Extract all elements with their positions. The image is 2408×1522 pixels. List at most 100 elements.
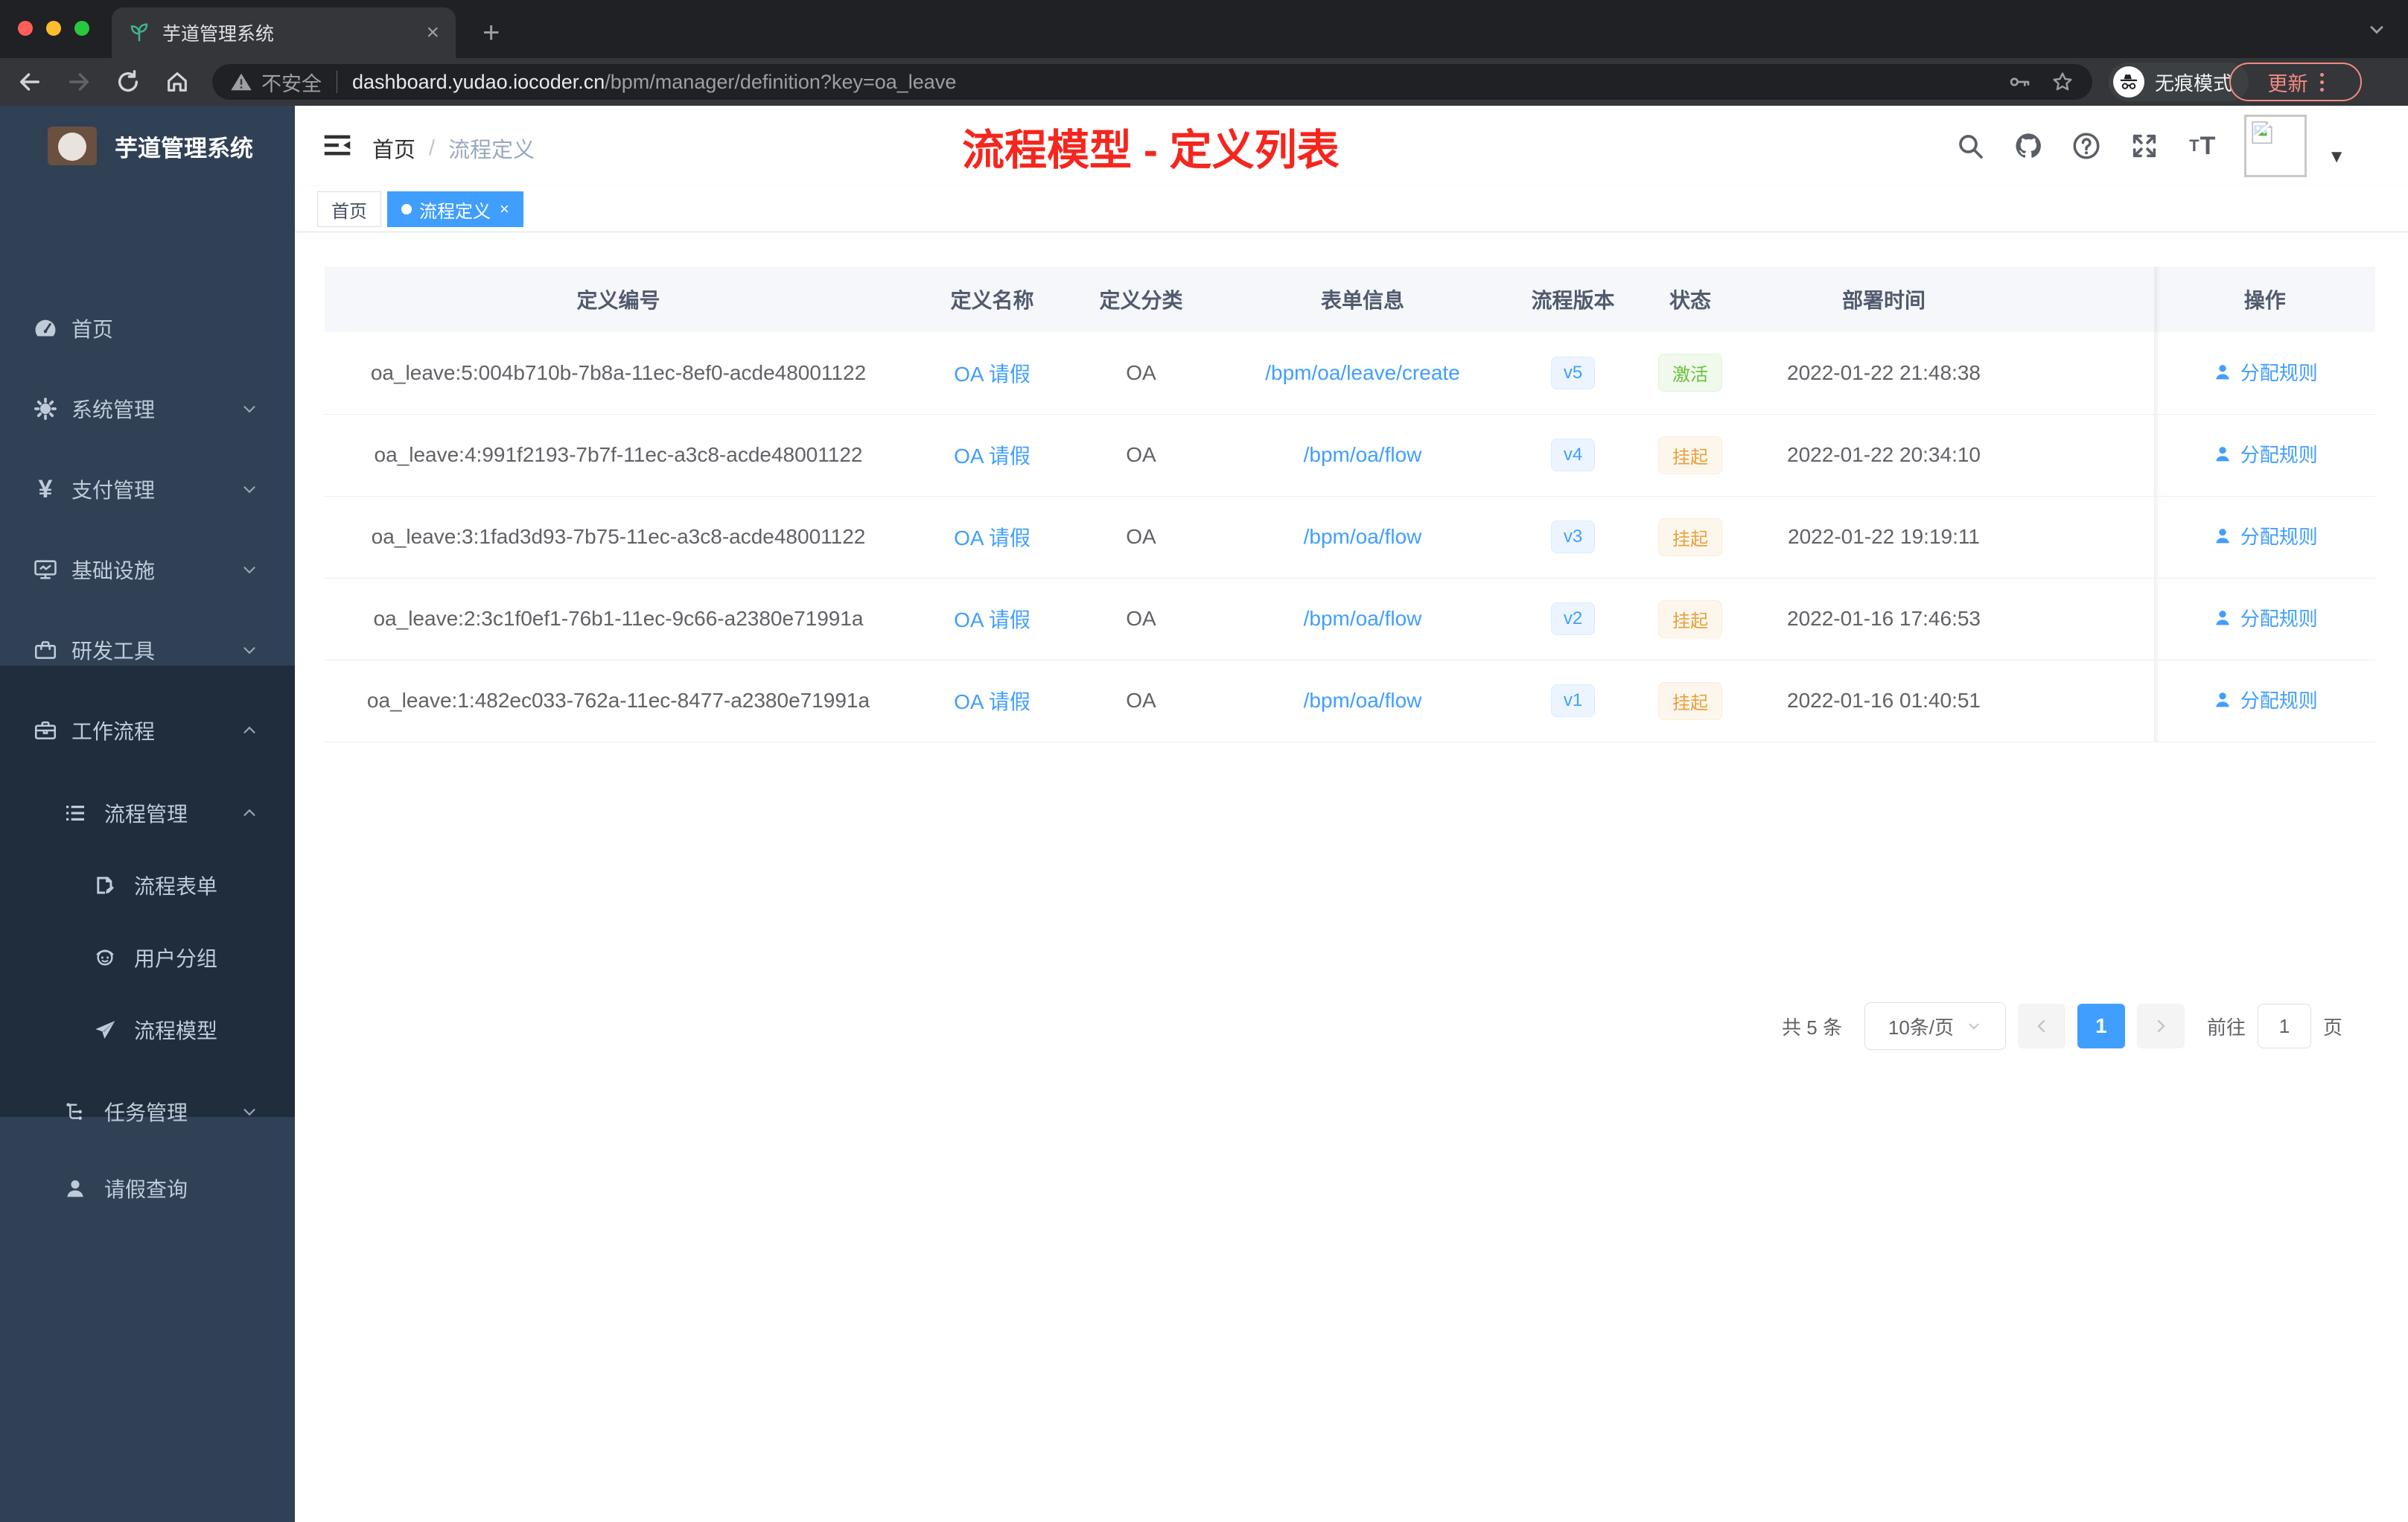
app-title: 芋道管理系统 <box>115 135 253 162</box>
status-badge: 挂起 <box>1658 681 1722 720</box>
goto-label: 前往 <box>2206 1016 2246 1039</box>
version-badge: v2 <box>1550 602 1596 635</box>
gear-icon <box>33 396 58 421</box>
form-link[interactable]: /bpm/oa/flow <box>1304 689 1422 712</box>
definition-name-link[interactable]: OA 请假 <box>954 526 1031 550</box>
sidebar-item-system[interactable]: 系统管理 <box>0 372 295 446</box>
warning-triangle-icon <box>230 71 252 93</box>
sidebar-item-label: 系统管理 <box>71 398 156 421</box>
cell-deploy-time: 2022-01-22 19:19:11 <box>1750 496 2018 579</box>
address-bar[interactable]: 不安全 dashboard.yudao.iocoder.cn/bpm/manag… <box>212 64 2092 100</box>
reload-button[interactable] <box>110 64 146 100</box>
sidebar-item-label: 首页 <box>71 318 114 341</box>
home-button[interactable] <box>159 64 195 100</box>
chevron-down-icon <box>240 640 259 660</box>
new-tab-button[interactable]: + <box>482 16 500 50</box>
chevron-down-icon <box>240 560 259 579</box>
form-link[interactable]: /bpm/oa/flow <box>1304 443 1422 466</box>
cell-deploy-time: 2022-01-16 17:46:53 <box>1750 578 2018 660</box>
incognito-badge: 无痕模式 <box>2109 63 2249 101</box>
col-status: 状态 <box>1631 267 1750 332</box>
sidebar-item-leave-query[interactable]: 请假查询 <box>0 1151 295 1226</box>
sidebar-item-process-mgmt[interactable]: 流程管理 <box>0 776 295 850</box>
assign-rule-link[interactable]: 分配规则 <box>2212 604 2318 631</box>
action-label: 分配规则 <box>2240 690 2318 713</box>
chevron-up-icon <box>240 721 259 740</box>
cell-definition-id: oa_leave:5:004b710b-7b8a-11ec-8ef0-acde4… <box>325 332 912 415</box>
minimize-window-button[interactable] <box>46 21 61 36</box>
cell-category: OA <box>1072 496 1210 579</box>
back-button[interactable] <box>12 64 48 100</box>
sidebar-item-task-mgmt[interactable]: 任务管理 <box>0 1074 295 1149</box>
tree-icon <box>63 1099 88 1124</box>
tag-process-definition[interactable]: 流程定义 × <box>387 191 523 227</box>
avatar-caret-icon[interactable]: ▼ <box>2328 147 2345 168</box>
sidebar-item-process-model[interactable]: 流程模型 <box>0 993 295 1067</box>
col-definition-category: 定义分类 <box>1072 267 1210 332</box>
github-icon[interactable] <box>2012 130 2045 162</box>
tab-search-chevron-icon[interactable] <box>2366 19 2387 40</box>
chevron-down-icon <box>240 1102 259 1121</box>
forward-button[interactable] <box>61 64 97 100</box>
sidebar-item-payment[interactable]: ¥ 支付管理 <box>0 452 295 526</box>
pagination: 共 5 条 10条/页 1 前往 页 <box>1782 1002 2342 1050</box>
sidebar-item-label: 基础设施 <box>71 559 156 582</box>
form-link[interactable]: /bpm/oa/flow <box>1304 525 1422 548</box>
assign-rule-link[interactable]: 分配规则 <box>2212 522 2318 550</box>
dashboard-icon <box>33 316 58 341</box>
assign-rule-link[interactable]: 分配规则 <box>2212 440 2318 468</box>
browser-update-button[interactable]: 更新 <box>2229 63 2362 101</box>
sidebar-item-label: 支付管理 <box>71 479 156 502</box>
cell-category: OA <box>1072 660 1210 742</box>
bookmark-star-icon[interactable] <box>2051 70 2074 94</box>
breadcrumb-separator: / <box>429 136 436 160</box>
status-badge: 激活 <box>1658 354 1722 392</box>
font-size-icon[interactable]: TT <box>2186 130 2219 162</box>
assign-rule-link[interactable]: 分配规则 <box>2212 358 2318 386</box>
action-label: 分配规则 <box>2240 444 2318 467</box>
sidebar-item-home[interactable]: 首页 <box>0 291 295 366</box>
col-actions: 操作 <box>2153 267 2375 332</box>
tab-close-icon[interactable]: × <box>426 22 439 44</box>
goto-page-input[interactable] <box>2257 1004 2311 1048</box>
form-link[interactable]: /bpm/oa/leave/create <box>1265 361 1460 384</box>
form-link[interactable]: /bpm/oa/flow <box>1304 607 1422 630</box>
browser-menu-kebab-icon[interactable] <box>2319 72 2324 92</box>
prev-page-button[interactable] <box>2017 1004 2065 1048</box>
sidebar-item-workflow[interactable]: 工作流程 <box>0 693 295 768</box>
browser-toolbar: 不安全 dashboard.yudao.iocoder.cn/bpm/manag… <box>0 58 2408 106</box>
sidebar-item-infra[interactable]: 基础设施 <box>0 532 295 607</box>
sidebar-item-process-form[interactable]: 流程表单 <box>0 848 295 923</box>
page-number-current[interactable]: 1 <box>2077 1004 2125 1048</box>
definition-name-link[interactable]: OA 请假 <box>954 608 1031 631</box>
url-host: dashboard.yudao.iocoder.cn <box>352 70 605 93</box>
maximize-window-button[interactable] <box>74 21 89 36</box>
tag-home[interactable]: 首页 <box>317 191 381 227</box>
user-avatar-broken[interactable] <box>2244 115 2307 177</box>
col-definition-name: 定义名称 <box>912 267 1072 332</box>
assign-rule-link[interactable]: 分配规则 <box>2212 686 2318 713</box>
search-icon[interactable] <box>1954 130 1987 162</box>
sidebar: 芋道管理系统 首页 系统管理 ¥ 支付管理 基础设施 研发工具 工作流程 流程管… <box>0 106 295 1522</box>
user-icon <box>63 1176 88 1201</box>
definition-name-link[interactable]: OA 请假 <box>954 363 1031 386</box>
sidebar-toggle-icon[interactable] <box>320 128 354 162</box>
fullscreen-icon[interactable] <box>2128 130 2161 162</box>
page-size-select[interactable]: 10条/页 <box>1864 1002 2006 1050</box>
key-icon[interactable] <box>2007 70 2031 94</box>
breadcrumb-current: 流程定义 <box>448 138 535 162</box>
definition-name-link[interactable]: OA 请假 <box>954 445 1031 468</box>
sidebar-item-devtools[interactable]: 研发工具 <box>0 613 295 687</box>
sidebar-item-label: 任务管理 <box>104 1101 188 1124</box>
help-icon[interactable] <box>2070 130 2103 162</box>
browser-tab[interactable]: 芋道管理系统 × <box>112 7 456 58</box>
sidebar-item-user-group[interactable]: 用户分组 <box>0 920 295 995</box>
action-label: 分配规则 <box>2240 526 2318 549</box>
definition-name-link[interactable]: OA 请假 <box>954 690 1031 713</box>
table-row: oa_leave:4:991f2193-7b7f-11ec-a3c8-acde4… <box>325 414 2375 497</box>
page-suffix-label: 页 <box>2322 1016 2342 1039</box>
close-window-button[interactable] <box>18 21 33 36</box>
breadcrumb-home[interactable]: 首页 <box>372 133 415 164</box>
tag-close-icon[interactable]: × <box>500 200 509 219</box>
next-page-button[interactable] <box>2136 1004 2185 1048</box>
